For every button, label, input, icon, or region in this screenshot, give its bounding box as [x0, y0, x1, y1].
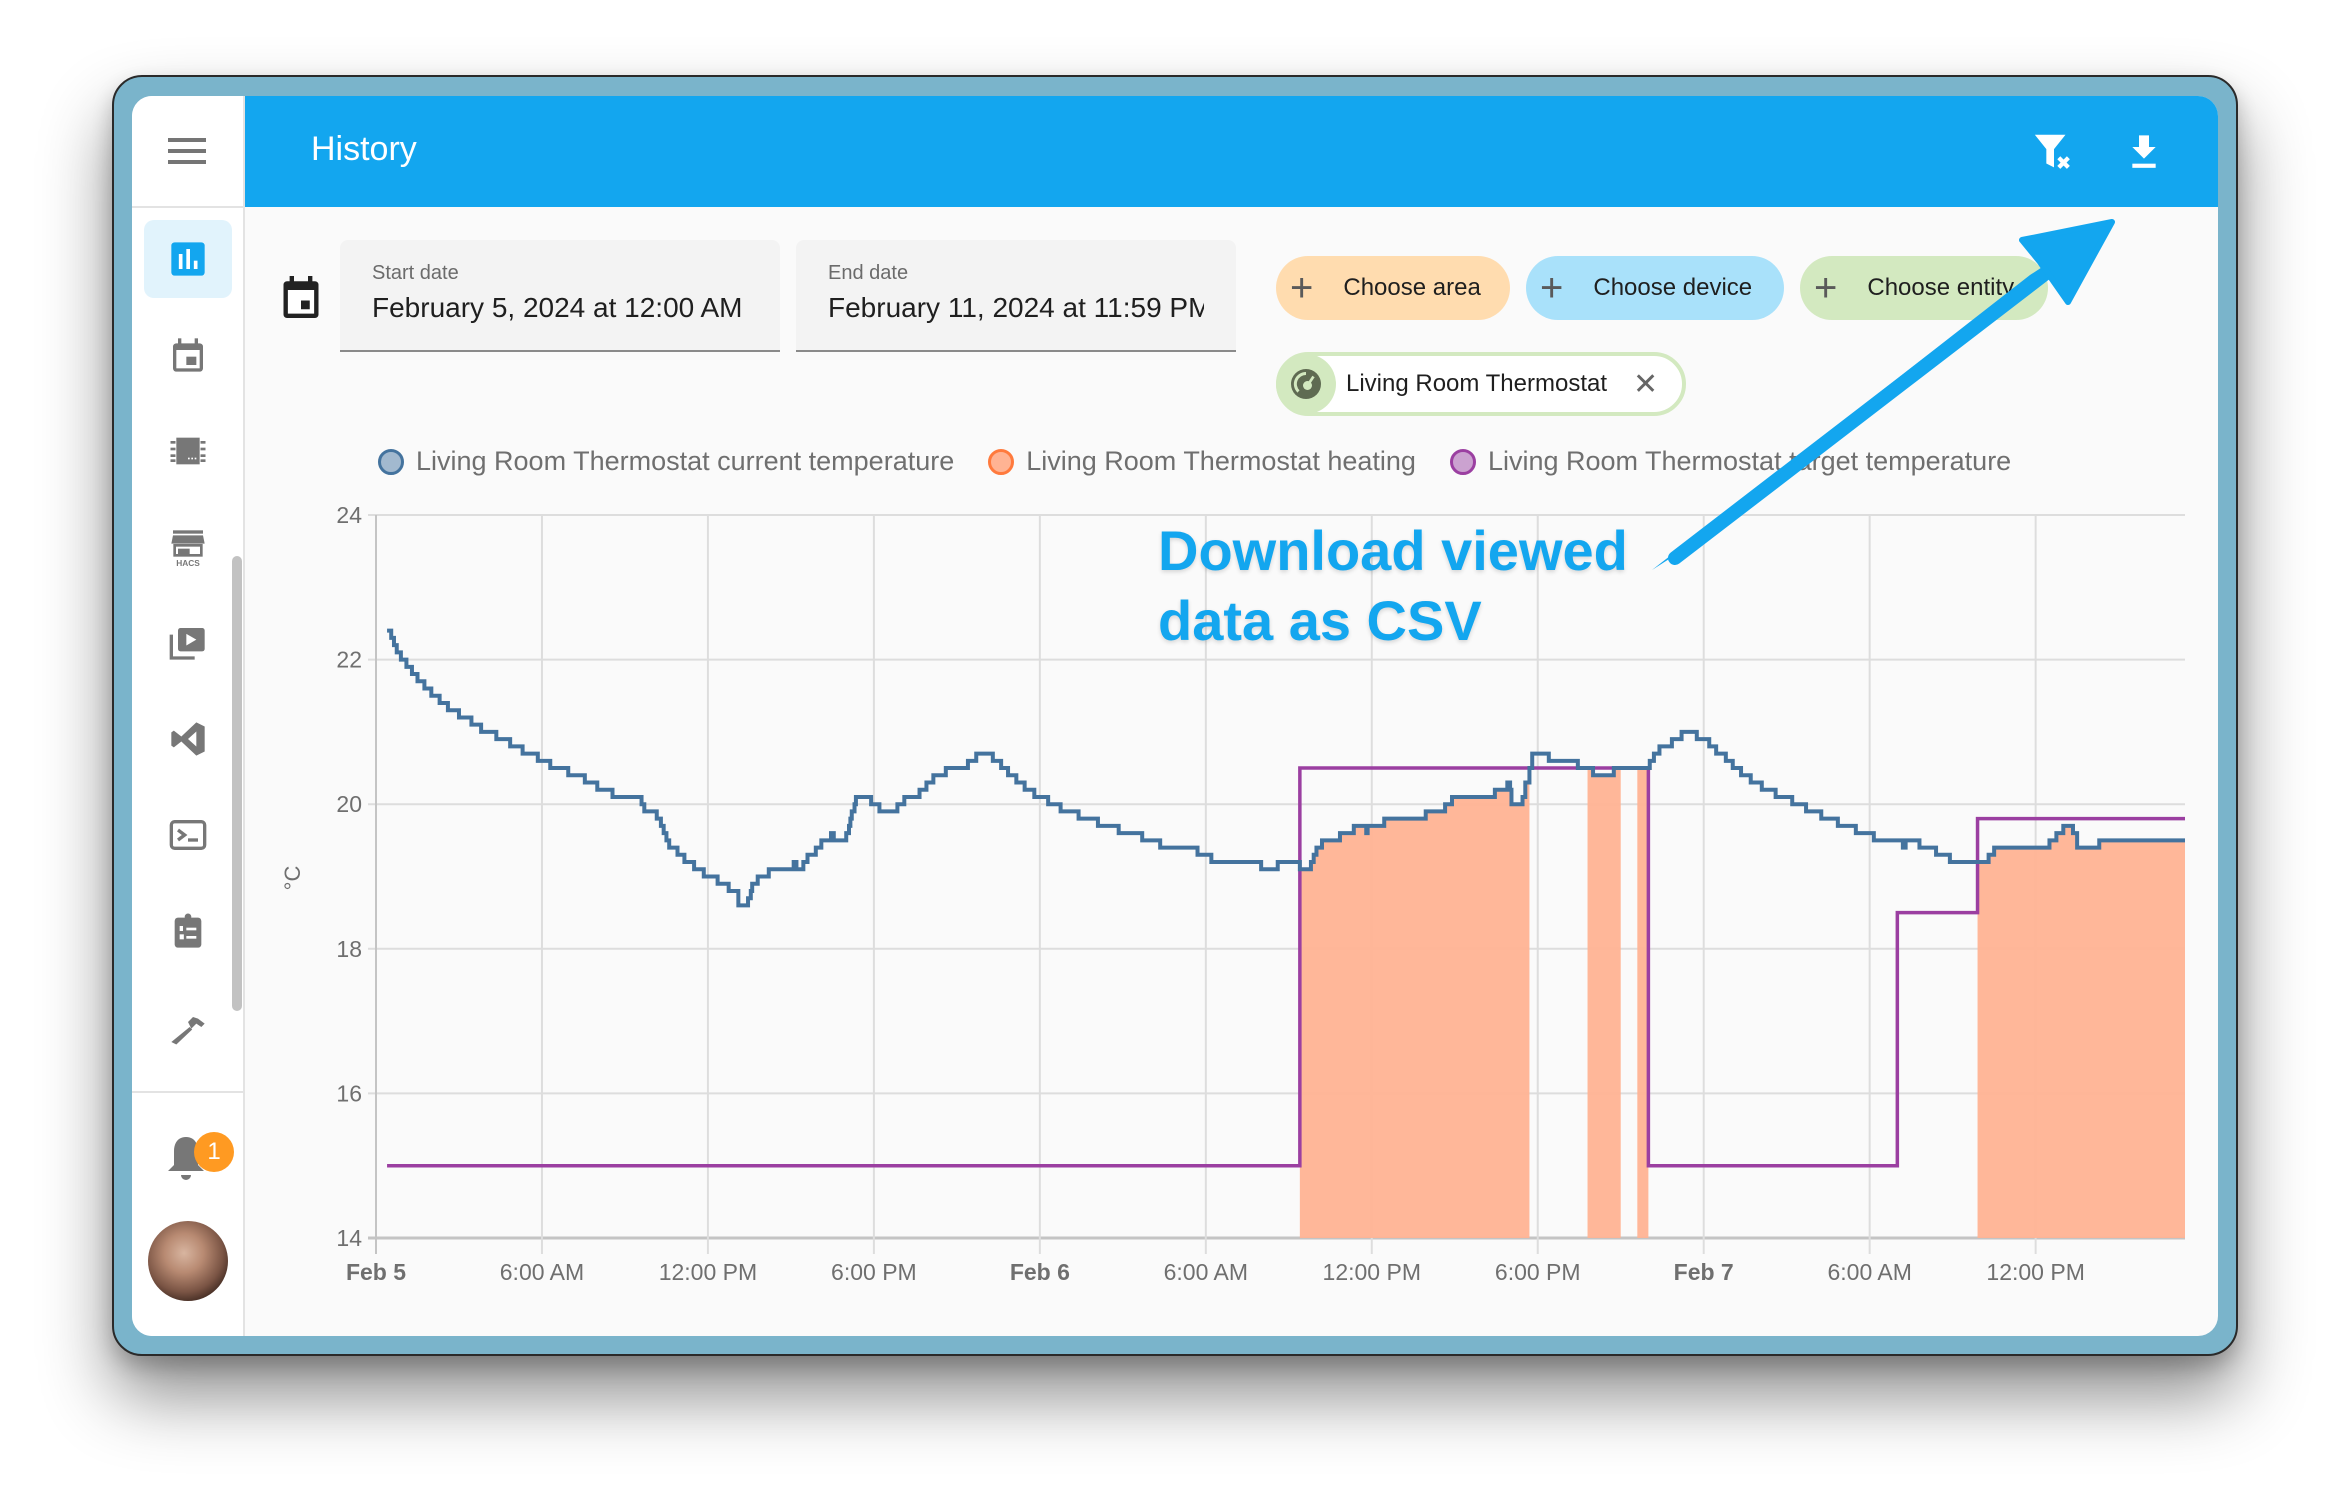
download-icon	[2132, 135, 2156, 168]
x-tick-label: Feb 7	[1674, 1259, 1734, 1285]
legend-swatch	[988, 448, 1015, 475]
y-tick-label: 24	[336, 502, 362, 528]
end-date-field[interactable]: End date February 11, 2024 at 11:59 PM	[796, 240, 1236, 352]
end-date-value: February 11, 2024 at 11:59 PM	[828, 292, 1204, 323]
app-window: HACS 1 History Start date February 5, 20…	[132, 96, 2218, 1336]
heating-area	[1637, 768, 1649, 1238]
thermostat-icon	[1276, 354, 1336, 414]
download-button[interactable]	[2116, 124, 2172, 180]
sidebar-item-terminal[interactable]	[144, 796, 232, 874]
plus-icon: +	[1290, 266, 1314, 310]
legend-item-current-temperature[interactable]: Living Room Thermostat current temperatu…	[378, 446, 954, 477]
chip-icon	[170, 437, 206, 465]
media-play-icon	[169, 628, 205, 660]
x-tick-label: 6:00 AM	[1164, 1259, 1248, 1285]
sidebar-item-history[interactable]	[144, 220, 232, 298]
y-tick-label: 16	[336, 1080, 362, 1106]
selected-entity-label: Living Room Thermostat	[1346, 370, 1607, 397]
sidebar-item-esphome[interactable]	[144, 412, 232, 490]
sidebar-divider	[132, 1091, 243, 1093]
legend-label: Living Room Thermostat heating	[1026, 446, 1416, 476]
sidebar-item-hacs[interactable]: HACS	[144, 508, 232, 586]
current-temperature-line	[387, 628, 2185, 908]
end-date-label: End date	[828, 262, 909, 284]
x-tick-label: 12:00 PM	[659, 1259, 757, 1285]
choose-entity-chip[interactable]: + Choose entity	[1800, 256, 2048, 320]
x-tick-label: Feb 5	[346, 1259, 406, 1285]
notification-badge: 1	[194, 1132, 234, 1172]
selected-entity-chip[interactable]: Living Room Thermostat ✕	[1276, 352, 1686, 416]
plus-icon: +	[1540, 266, 1564, 310]
sidebar-item-developer-tools[interactable]	[144, 988, 232, 1066]
sidebar-scrollbar[interactable]	[232, 556, 242, 1011]
x-tick-label: 6:00 PM	[831, 1259, 917, 1285]
choose-area-chip[interactable]: + Choose area	[1276, 256, 1510, 320]
y-tick-label: 20	[336, 791, 362, 817]
choose-device-chip[interactable]: + Choose device	[1526, 256, 1784, 320]
start-date-value: February 5, 2024 at 12:00 AM	[372, 292, 743, 323]
chart-legend: Living Room Thermostat current temperatu…	[378, 446, 2045, 477]
calendar-icon	[173, 338, 203, 372]
x-tick-label: 12:00 PM	[1323, 1259, 1421, 1285]
start-date-label: Start date	[372, 262, 459, 284]
x-tick-label: 6:00 PM	[1495, 1259, 1581, 1285]
y-tick-label: 14	[336, 1225, 362, 1251]
legend-label: Living Room Thermostat target temperatur…	[1487, 446, 2012, 476]
terminal-icon	[169, 820, 207, 850]
y-tick-label: 22	[336, 647, 362, 673]
line-series	[387, 628, 2185, 1168]
svg-text:HACS: HACS	[176, 558, 200, 567]
legend-label: Living Room Thermostat current temperatu…	[416, 446, 955, 476]
calendar-icon	[283, 276, 319, 318]
clear-filter-button[interactable]	[2026, 124, 2082, 180]
x-tick-label: 6:00 AM	[500, 1259, 584, 1285]
chip-label: Choose entity	[1867, 274, 2015, 301]
sidebar-item-media[interactable]	[144, 604, 232, 682]
annotation-line-2: data as CSV	[1158, 589, 1482, 652]
menu-icon[interactable]	[168, 138, 206, 164]
plus-icon: +	[1814, 266, 1838, 310]
x-tick-label: 6:00 AM	[1827, 1259, 1911, 1285]
sidebar: HACS 1	[132, 96, 245, 1336]
sidebar-item-todo[interactable]	[144, 892, 232, 970]
target-temperature-line	[387, 766, 2185, 1168]
sidebar-item-vscode[interactable]	[144, 700, 232, 778]
legend-swatch	[378, 448, 404, 475]
clipboard-list-icon	[174, 913, 202, 948]
heating-area	[1977, 825, 2185, 1238]
hammer-icon	[171, 1017, 205, 1045]
chip-label: Choose device	[1593, 274, 1753, 301]
y-axis-label: °C	[280, 866, 305, 891]
x-tick-label: 12:00 PM	[1986, 1259, 2084, 1285]
top-app-bar: History	[245, 96, 2218, 207]
start-date-field[interactable]: Start date February 5, 2024 at 12:00 AM	[340, 240, 780, 352]
annotation-callout: Download viewed data as CSV	[1158, 516, 1628, 656]
annotation-line-1: Download viewed	[1158, 519, 1628, 582]
sidebar-header	[132, 96, 243, 208]
close-icon[interactable]: ✕	[1633, 367, 1658, 402]
sidebar-item-calendar[interactable]	[144, 316, 232, 394]
legend-item-heating[interactable]: Living Room Thermostat heating	[988, 446, 1416, 477]
hacs-store-icon: HACS	[171, 530, 205, 567]
x-tick-label: Feb 6	[1010, 1259, 1070, 1285]
legend-swatch	[1449, 448, 1476, 475]
y-tick-label: 18	[336, 936, 362, 962]
page-title: History	[311, 130, 417, 168]
heating-area	[1587, 768, 1621, 1238]
avatar[interactable]	[148, 1221, 228, 1301]
chip-label: Choose area	[1343, 274, 1481, 301]
legend-item-target-temperature[interactable]: Living Room Thermostat target temperatur…	[1449, 446, 2012, 477]
chart-bar-icon	[171, 242, 205, 276]
filter-remove-icon	[2034, 134, 2070, 169]
vscode-icon	[171, 722, 205, 756]
heating-area	[1299, 782, 1530, 1238]
heating-series	[1299, 768, 2185, 1238]
